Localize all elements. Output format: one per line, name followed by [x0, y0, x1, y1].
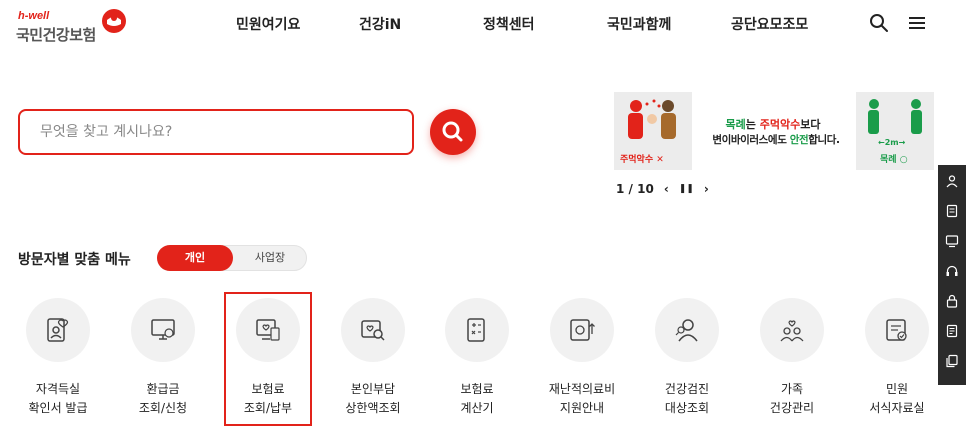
quick-user-button[interactable] — [938, 167, 966, 194]
notice-icon — [946, 324, 958, 337]
quick-copy-button[interactable] — [938, 347, 966, 374]
menu-label-line2: 지원안내 — [559, 401, 605, 415]
banner-subline: 변이바이러스에도 안전합니다. — [712, 134, 840, 146]
logo[interactable]: h-well 국민건강보험 — [16, 8, 136, 48]
logo-mark-icon — [102, 9, 126, 33]
menu-label-line1: 환급금 — [146, 382, 180, 396]
document-icon — [946, 204, 958, 217]
menu-label-line2: 확인서 발급 — [28, 401, 88, 415]
quick-document-button[interactable] — [938, 197, 966, 224]
quick-menu-bar — [938, 165, 966, 385]
certificate-icon — [47, 318, 69, 342]
search-icon[interactable] — [868, 12, 890, 34]
menu-label-line2: 조회/신청 — [138, 401, 188, 415]
menu-label-line1: 가족 — [780, 382, 804, 396]
menu-label-line2: 계산기 — [460, 401, 494, 415]
banner-headline: 목례는 주먹악수보다 — [725, 118, 821, 131]
banner-distance-label: ←2m→ — [878, 138, 906, 147]
fist-bump-illustration-icon — [628, 99, 676, 139]
banner-pager: 1 / 10 ‹ ❚❚ › — [616, 182, 709, 196]
hamburger-menu-icon[interactable] — [906, 12, 928, 34]
pager-counter: 1 / 10 — [616, 182, 654, 196]
lock-icon — [946, 294, 958, 308]
logo-korean-text: 국민건강보험 — [16, 26, 96, 44]
menu-item-refund[interactable]: 환급금 조회/신청 — [113, 298, 213, 418]
family-health-icon — [780, 320, 804, 342]
prev-arrow-icon[interactable]: ‹ — [664, 182, 669, 196]
menu-label-line1: 건강검진 — [664, 382, 710, 396]
search-icon — [442, 121, 463, 142]
menu-label-line2: 상한액조회 — [345, 401, 401, 415]
search-button[interactable] — [430, 109, 476, 155]
quick-lock-button[interactable] — [938, 287, 966, 314]
tab-business[interactable]: 사업장 — [232, 245, 308, 271]
highlight-frame — [224, 292, 312, 426]
next-arrow-icon[interactable]: › — [704, 182, 709, 196]
pause-icon[interactable]: ❚❚ — [679, 184, 694, 194]
nav-item-civil[interactable]: 민원여기요 — [236, 14, 300, 34]
banner-caption-fist-bump: 주먹악수 ✕ — [620, 155, 664, 165]
copy-icon — [946, 354, 958, 367]
menu-label-line1: 재난적의료비 — [548, 382, 616, 396]
forms-icon — [886, 319, 907, 341]
menu-label-line1: 본인부담 — [350, 382, 396, 396]
user-icon — [946, 174, 958, 187]
visitor-menu-title: 방문자별 맞춤 메뉴 — [18, 252, 131, 268]
menu-label-line1: 보험료 — [460, 382, 494, 396]
tab-personal[interactable]: 개인 — [157, 245, 233, 271]
health-checkup-icon — [675, 319, 698, 342]
menu-item-calculator[interactable]: 보험료 계산기 — [427, 298, 527, 418]
search-box — [18, 109, 414, 155]
visitor-tabs: 개인 사업장 — [157, 245, 307, 271]
promo-banner[interactable]: 주먹악수 ✕ 목례는 주먹악수보다 변이바이러스에도 안전합니다. ←2m→ 목… — [614, 92, 934, 172]
quick-notice-button[interactable] — [938, 317, 966, 344]
banner-caption-bow: 목례 ○ — [880, 155, 908, 165]
menu-label-line1: 민원 — [885, 382, 909, 396]
quick-headset-button[interactable] — [938, 257, 966, 284]
menu-item-family-health[interactable]: 가족 건강관리 — [742, 298, 842, 418]
menu-label-line1: 자격득실 — [35, 382, 81, 396]
nav-item-policy[interactable]: 정책센터 — [483, 14, 535, 34]
nav-item-health-in[interactable]: 건강iN — [359, 14, 401, 34]
menu-item-copay-limit[interactable]: 본인부담 상한액조회 — [323, 298, 423, 418]
menu-item-forms[interactable]: 민원 서식자료실 — [847, 298, 947, 418]
logo-hwell-text: h-well — [18, 10, 50, 22]
disaster-support-icon — [570, 319, 595, 341]
menu-item-health-checkup[interactable]: 건강검진 대상조회 — [637, 298, 737, 418]
quick-monitor-button[interactable] — [938, 227, 966, 254]
headset-icon — [946, 265, 958, 276]
calculator-icon — [467, 318, 485, 342]
copay-search-icon — [361, 320, 385, 341]
menu-item-qualification-certificate[interactable]: 자격득실 확인서 발급 — [8, 298, 108, 418]
refund-icon — [151, 319, 175, 340]
menu-label-line2: 건강관리 — [769, 401, 815, 415]
search-input[interactable] — [20, 111, 412, 153]
monitor-icon — [945, 234, 959, 247]
menu-label-line2: 서식자료실 — [869, 401, 925, 415]
menu-item-disaster-medical[interactable]: 재난적의료비 지원안내 — [532, 298, 632, 418]
nav-item-with-people[interactable]: 국민과함께 — [607, 14, 671, 34]
menu-label-line2: 대상조회 — [664, 401, 710, 415]
nav-item-about[interactable]: 공단요모조모 — [731, 14, 808, 34]
